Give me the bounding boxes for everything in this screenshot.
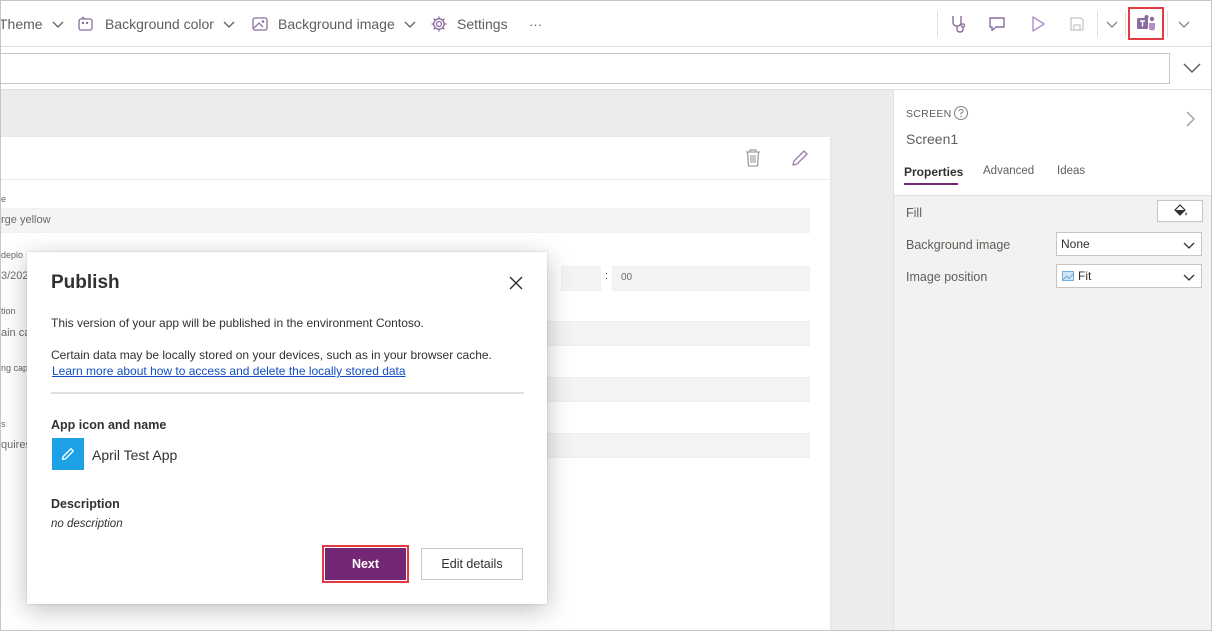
close-icon[interactable] <box>507 274 525 292</box>
app-name: April Test App <box>92 447 178 463</box>
chevron-down-icon <box>1183 242 1195 249</box>
storage-text: Certain data may be locally stored on yo… <box>51 348 492 362</box>
command-bar: Theme Background color Background image … <box>0 1 1211 47</box>
image-position-dropdown[interactable]: Fit <box>1056 264 1202 288</box>
divider <box>937 11 938 37</box>
chevron-down-icon <box>1178 21 1190 28</box>
settings-button[interactable]: Settings <box>430 1 508 47</box>
chevron-down-icon <box>1183 274 1195 281</box>
theme-menu[interactable]: Theme <box>0 1 65 47</box>
field-label: s <box>1 419 6 429</box>
highlight-box <box>1128 7 1164 40</box>
text-field[interactable] <box>541 321 810 346</box>
stethoscope-icon <box>952 16 966 33</box>
more-icon: ··· <box>529 16 542 32</box>
text-field[interactable] <box>541 433 810 458</box>
tab-label: Advanced <box>983 165 1035 177</box>
divider <box>1097 11 1098 37</box>
divider <box>1125 11 1126 37</box>
gear-icon <box>431 16 447 32</box>
settings-label: Settings <box>457 16 508 32</box>
field-value: ain ca <box>1 327 31 339</box>
panel-header: SCREEN Screen1 Properties Advanced Ideas <box>894 90 1211 196</box>
description-value: no description <box>51 518 123 530</box>
fill-color-picker[interactable] <box>1157 200 1203 222</box>
chevron-down-icon <box>404 21 416 28</box>
field-label: tion <box>1 306 16 316</box>
chevron-down-icon <box>52 21 64 28</box>
comment-icon <box>989 17 1005 32</box>
help-icon[interactable] <box>953 105 969 121</box>
save-options-button[interactable] <box>1100 12 1124 36</box>
image-icon <box>252 17 268 31</box>
divider <box>1167 11 1168 37</box>
hour-field[interactable] <box>561 266 601 291</box>
chevron-right-icon[interactable] <box>1184 110 1196 128</box>
environment-text: This version of your app will be publish… <box>51 316 424 330</box>
publish-dialog: Publish This version of your app will be… <box>27 252 547 604</box>
image-fit-icon <box>1062 271 1074 281</box>
background-color-label: Background color <box>105 16 214 32</box>
pencil-icon <box>61 448 74 461</box>
tab-label: Ideas <box>1057 165 1086 177</box>
background-image-label: Background image <box>906 238 1011 252</box>
tab-label: Properties <box>904 165 964 179</box>
chevron-down-icon <box>1106 21 1118 28</box>
tab-ideas[interactable]: Ideas <box>1057 165 1085 177</box>
field-value: 3/202 <box>1 270 29 282</box>
field-value: rge yellow <box>1 214 51 226</box>
expand-formula-button[interactable] <box>1181 59 1203 77</box>
background-color-menu[interactable]: Background color <box>77 1 236 47</box>
active-tab-indicator <box>904 183 958 185</box>
save-icon <box>1070 17 1084 31</box>
more-options-button[interactable] <box>1172 12 1196 36</box>
highlight-box <box>322 545 409 583</box>
paint-bucket-icon <box>1174 204 1187 216</box>
preview-button[interactable] <box>1026 12 1050 36</box>
background-image-label: Background image <box>278 16 395 32</box>
divider <box>1 179 830 180</box>
divider <box>51 392 524 394</box>
fill-label: Fill <box>906 206 922 220</box>
text-field[interactable] <box>1 208 810 233</box>
theme-label: Theme <box>0 16 43 32</box>
edit-details-button[interactable]: Edit details <box>421 548 523 580</box>
paint-palette-icon <box>78 16 93 31</box>
background-image-menu[interactable]: Background image <box>251 1 417 47</box>
trash-icon[interactable] <box>744 148 762 168</box>
field-label: e <box>1 194 7 204</box>
properties-panel: SCREEN Screen1 Properties Advanced Ideas… <box>893 90 1211 630</box>
screen-name: Screen1 <box>906 131 959 147</box>
minute-value: 00 <box>621 272 633 283</box>
text-field[interactable] <box>541 377 810 402</box>
save-button[interactable] <box>1065 12 1089 36</box>
screen-caption: SCREEN <box>906 108 952 120</box>
image-position-label: Image position <box>906 270 988 284</box>
formula-input[interactable] <box>1 53 1170 84</box>
dropdown-value: Fit <box>1078 269 1092 283</box>
app-checker-button[interactable] <box>946 12 970 36</box>
chevron-down-icon <box>1183 63 1201 74</box>
tab-advanced[interactable]: Advanced <box>983 165 1034 177</box>
formula-bar <box>1 47 1211 90</box>
tab-properties[interactable]: Properties <box>904 165 963 179</box>
minute-field[interactable] <box>612 266 810 291</box>
app-icon-section-title: App icon and name <box>51 418 167 432</box>
time-separator: : <box>605 270 609 282</box>
description-section-title: Description <box>51 497 120 511</box>
more-button[interactable]: ··· <box>529 1 542 47</box>
comments-button[interactable] <box>985 12 1009 36</box>
play-icon <box>1032 16 1045 32</box>
chevron-down-icon <box>223 21 235 28</box>
dialog-title: Publish <box>51 272 120 293</box>
dropdown-value: None <box>1061 237 1090 251</box>
field-label: ng cap <box>1 363 29 373</box>
app-window: Theme Background color Background image … <box>0 0 1212 631</box>
app-icon[interactable] <box>52 438 84 470</box>
edit-icon[interactable] <box>790 148 810 168</box>
learn-more-link[interactable]: Learn more about how to access and delet… <box>52 364 406 378</box>
background-image-dropdown[interactable]: None <box>1056 232 1202 256</box>
field-label: deplo <box>1 250 24 260</box>
